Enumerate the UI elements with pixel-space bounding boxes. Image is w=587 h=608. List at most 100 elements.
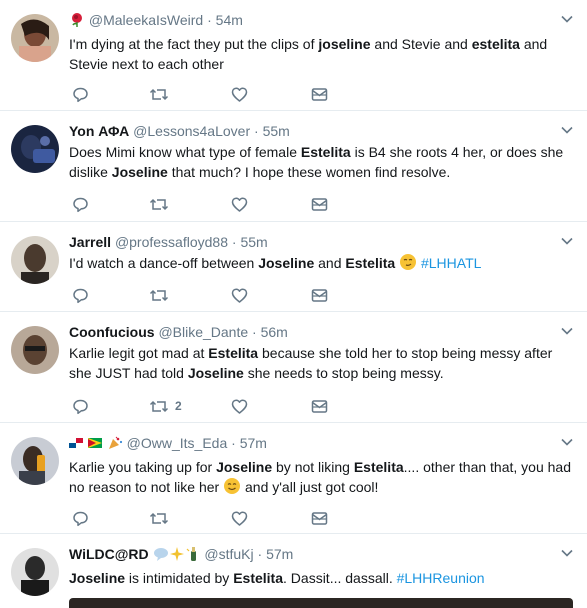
timestamp[interactable]: 57m bbox=[240, 435, 267, 451]
tweet[interactable]: @Oww_Its_Eda · 57m Karlie you taking up … bbox=[0, 423, 587, 534]
retweet-icon bbox=[149, 398, 169, 415]
reply-button[interactable] bbox=[72, 397, 89, 415]
tweet-text: I'm dying at the fact they put the clips… bbox=[69, 34, 573, 74]
like-icon bbox=[231, 196, 248, 213]
like-icon bbox=[231, 86, 248, 103]
separator-dot: · bbox=[207, 12, 212, 28]
tweet-actions bbox=[69, 85, 369, 103]
display-name[interactable]: Yon ΑΦΑ bbox=[69, 123, 129, 139]
timestamp[interactable]: 54m bbox=[216, 12, 243, 28]
tweet-content: WiLDC@RD @stfuKj · 57m Joseline is intim… bbox=[69, 544, 573, 588]
tweet-text-segment: Does Mimi know what type of female bbox=[69, 144, 301, 160]
timestamp[interactable]: 57m bbox=[266, 546, 293, 562]
like-button[interactable] bbox=[231, 85, 248, 103]
user-handle[interactable]: @Oww_Its_Eda bbox=[127, 435, 228, 451]
user-handle[interactable]: @Blike_Dante bbox=[158, 324, 248, 340]
avatar[interactable] bbox=[11, 437, 59, 485]
retweet-button[interactable] bbox=[149, 195, 169, 213]
user-handle[interactable]: @professafloyd88 bbox=[115, 234, 228, 250]
display-name[interactable]: WiLDC@RD bbox=[69, 546, 149, 562]
retweet-button[interactable]: 2 bbox=[149, 397, 182, 415]
retweet-button[interactable] bbox=[149, 509, 169, 527]
tweet-header: @Oww_Its_Eda · 57m bbox=[69, 433, 573, 456]
highlighted-keyword: joseline bbox=[318, 36, 371, 52]
party-popper-emoji bbox=[107, 435, 123, 456]
tweet-content: Yon ΑΦΑ @Lessons4aLover · 55m Does Mimi … bbox=[69, 121, 573, 182]
message-icon bbox=[311, 86, 328, 103]
tweet-text-segment: she needs to stop being messy. bbox=[243, 365, 444, 381]
smirk-emoji bbox=[399, 253, 417, 276]
like-icon bbox=[231, 510, 248, 527]
chevron-down-icon[interactable] bbox=[560, 546, 574, 560]
reply-button[interactable] bbox=[72, 286, 89, 304]
reply-icon bbox=[72, 86, 89, 103]
like-button[interactable] bbox=[231, 397, 248, 415]
display-name[interactable]: Jarrell bbox=[69, 234, 111, 250]
message-button[interactable] bbox=[311, 195, 328, 213]
tweet[interactable]: @MaleekaIsWeird · 54m I'm dying at the f… bbox=[0, 0, 587, 111]
separator-dot: · bbox=[257, 546, 263, 562]
like-button[interactable] bbox=[231, 195, 248, 213]
avatar[interactable] bbox=[11, 548, 59, 596]
reply-button[interactable] bbox=[72, 85, 89, 103]
tweet-actions bbox=[69, 509, 369, 527]
tweet-text-segment: . Dassit... dassall. bbox=[283, 570, 397, 586]
user-handle[interactable]: @stfuKj bbox=[204, 546, 253, 562]
reply-icon bbox=[72, 398, 89, 415]
hashtag-link[interactable]: #LHHATL bbox=[421, 255, 481, 271]
avatar[interactable] bbox=[11, 125, 59, 173]
tweet[interactable]: WiLDC@RD @stfuKj · 57m Joseline is intim… bbox=[0, 534, 587, 608]
chevron-down-icon[interactable] bbox=[560, 12, 574, 26]
tweet-header: Yon ΑΦΑ @Lessons4aLover · 55m bbox=[69, 121, 573, 141]
timestamp[interactable]: 56m bbox=[261, 324, 288, 340]
smile-emoji bbox=[223, 477, 241, 500]
tweet-text: Joseline is intimidated by Estelita. Das… bbox=[69, 568, 573, 588]
tweet-header: WiLDC@RD @stfuKj · 57m bbox=[69, 544, 573, 567]
hashtag-link[interactable]: #LHHReunion bbox=[397, 570, 485, 586]
like-button[interactable] bbox=[231, 509, 248, 527]
sparkle-emoji bbox=[169, 546, 185, 567]
tweet-media[interactable] bbox=[69, 598, 573, 608]
tweet[interactable]: Yon ΑΦΑ @Lessons4aLover · 55m Does Mimi … bbox=[0, 111, 587, 222]
message-button[interactable] bbox=[311, 397, 328, 415]
tweet-header: @MaleekaIsWeird · 54m bbox=[69, 10, 573, 33]
timestamp[interactable]: 55m bbox=[240, 234, 267, 250]
user-handle[interactable]: @MaleekaIsWeird bbox=[89, 12, 203, 28]
like-button[interactable] bbox=[231, 286, 248, 304]
tweet-text-segment: Karlie you taking up for bbox=[69, 459, 217, 475]
like-icon bbox=[231, 287, 248, 304]
retweet-button[interactable] bbox=[149, 286, 169, 304]
reply-button[interactable] bbox=[72, 195, 89, 213]
tweet-text-segment: is intimidated by bbox=[125, 570, 234, 586]
tweet-text-segment: I'm dying at the fact they put the clips… bbox=[69, 36, 319, 52]
display-name[interactable]: Coonfucious bbox=[69, 324, 155, 340]
chevron-down-icon[interactable] bbox=[560, 123, 574, 137]
avatar[interactable] bbox=[11, 236, 59, 284]
avatar[interactable] bbox=[11, 14, 59, 62]
highlighted-keyword: Joseline bbox=[258, 255, 315, 271]
separator-dot: · bbox=[254, 123, 259, 139]
retweet-button[interactable] bbox=[149, 85, 169, 103]
chevron-down-icon[interactable] bbox=[560, 234, 574, 248]
message-icon bbox=[311, 510, 328, 527]
tweet-content: Coonfucious @Blike_Dante · 56m Karlie le… bbox=[69, 322, 573, 383]
retweet-icon bbox=[149, 287, 169, 304]
highlighted-keyword: Estelita bbox=[353, 459, 404, 475]
user-handle[interactable]: @Lessons4aLover bbox=[133, 123, 250, 139]
tweet-text: Karlie you taking up for Joseline by not… bbox=[69, 457, 573, 500]
message-button[interactable] bbox=[311, 85, 328, 103]
avatar[interactable] bbox=[11, 326, 59, 374]
chevron-down-icon[interactable] bbox=[560, 435, 574, 449]
tweet[interactable]: Jarrell @professafloyd88 · 55m I'd watch… bbox=[0, 222, 587, 312]
tweet-actions bbox=[69, 286, 369, 304]
separator-dot: · bbox=[231, 234, 237, 250]
reply-icon bbox=[72, 196, 89, 213]
timestamp[interactable]: 55m bbox=[263, 123, 290, 139]
message-button[interactable] bbox=[311, 509, 328, 527]
message-button[interactable] bbox=[311, 286, 328, 304]
tweet-text: Does Mimi know what type of female Estel… bbox=[69, 142, 573, 182]
tweet[interactable]: Coonfucious @Blike_Dante · 56m Karlie le… bbox=[0, 312, 587, 423]
flag-emoji bbox=[69, 435, 88, 451]
reply-button[interactable] bbox=[72, 509, 89, 527]
chevron-down-icon[interactable] bbox=[560, 324, 574, 338]
